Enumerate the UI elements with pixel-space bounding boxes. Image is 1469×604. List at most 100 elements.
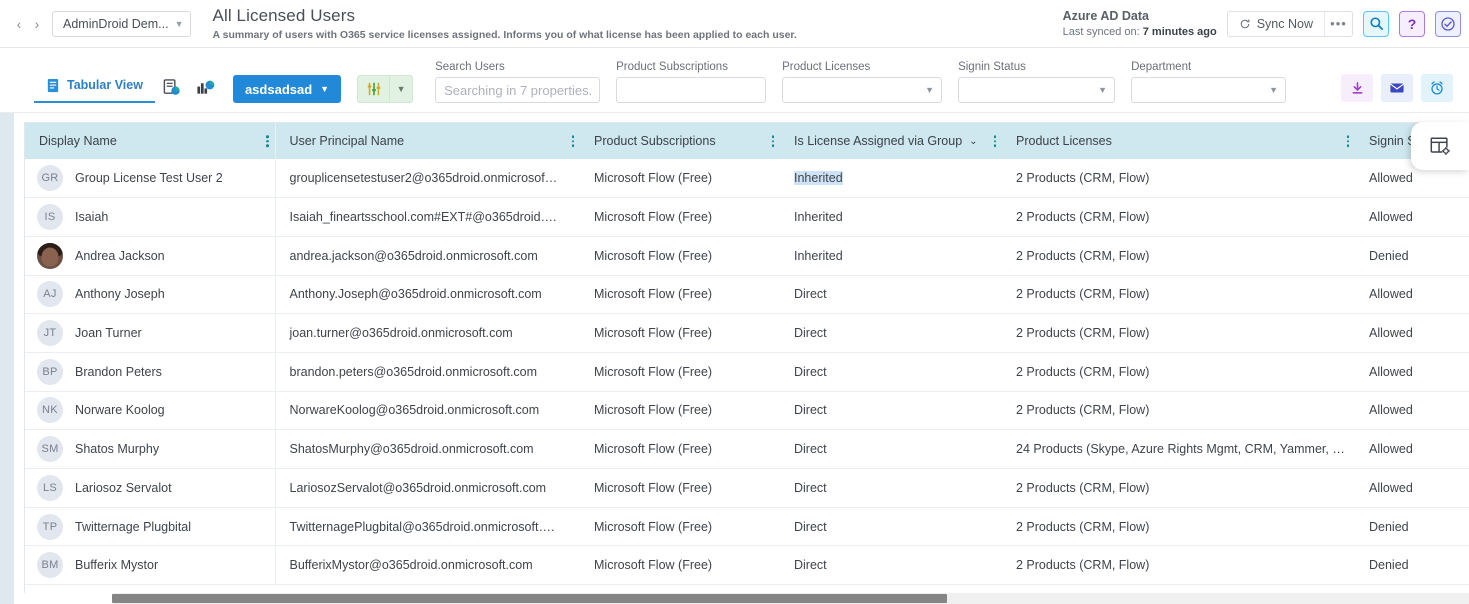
column-header-user-principal-name[interactable]: User Principal Name	[275, 123, 580, 159]
column-menu-icon[interactable]	[572, 135, 575, 147]
chevron-down-icon[interactable]: ⌄	[969, 136, 977, 147]
table-row[interactable]: LSLariosoz ServalotLariosozServalot@o365…	[25, 469, 1469, 508]
horizontal-scrollbar[interactable]	[24, 593, 1469, 604]
cell-signin-status: Allowed	[1355, 391, 1469, 430]
cell-product-licenses: 2 Products (CRM, Flow)	[1002, 314, 1355, 353]
cell-user-principal-name: andrea.jackson@o365droid.onmicrosoft.com	[275, 236, 580, 275]
email-icon[interactable]	[1381, 74, 1413, 102]
chart-view-icon[interactable]	[189, 71, 223, 103]
cell-user-principal-name: Anthony.Joseph@o365droid.onmicrosoft.com	[275, 275, 580, 314]
filter-label: Search Users	[435, 61, 600, 73]
cell-product-subscriptions: Microsoft Flow (Free)	[580, 391, 780, 430]
download-icon[interactable]	[1341, 74, 1373, 102]
saved-query-button[interactable]: asdsadsad ▼	[233, 75, 341, 103]
column-header-is-license-assigned-via-group[interactable]: Is License Assigned via Group ⌄	[780, 123, 1002, 159]
toolbar: Tabular View asdsadsad ▼	[0, 48, 1469, 113]
cell-signin-status: Allowed	[1355, 314, 1469, 353]
table-row[interactable]: Andrea Jackson andrea.jackson@o365droid.o…	[25, 236, 1469, 275]
cell-product-licenses: 2 Products (CRM, Flow)	[1002, 546, 1355, 585]
table-row[interactable]: JTJoan Turnerjoan.turner@o365droid.onmic…	[25, 314, 1469, 353]
cell-product-licenses: 2 Products (CRM, Flow)	[1002, 159, 1355, 198]
table-row[interactable]: BPBrandon Petersbrandon.peters@o365droid…	[25, 352, 1469, 391]
filter-search-users: Search Users	[435, 61, 600, 103]
organization-selector[interactable]: AdminDroid Dem... ▼	[52, 11, 191, 37]
display-name-text: Bufferix Mystor	[75, 558, 158, 572]
cell-is-license-assigned-via-group: Direct	[780, 546, 1002, 585]
cell-is-license-assigned-via-group: Direct	[780, 430, 1002, 469]
sync-button-group: Sync Now •••	[1227, 11, 1353, 37]
schedule-icon[interactable]	[1435, 11, 1461, 37]
search-icon[interactable]	[1363, 11, 1389, 37]
cell-is-license-assigned-via-group: Direct	[780, 314, 1002, 353]
table-row[interactable]: GRGroup License Test User 2grouplicenset…	[25, 159, 1469, 198]
help-icon[interactable]: ?	[1399, 11, 1425, 37]
cell-is-license-assigned-via-group: Direct	[780, 391, 1002, 430]
cell-product-subscriptions: Microsoft Flow (Free)	[580, 198, 780, 237]
display-name-text: Andrea Jackson	[75, 249, 165, 263]
cell-signin-status: Allowed	[1355, 198, 1469, 237]
table-body: GRGroup License Test User 2grouplicenset…	[25, 159, 1469, 585]
cell-product-subscriptions: Microsoft Flow (Free)	[580, 236, 780, 275]
sync-time-label: Last synced on: 7 minutes ago	[1063, 25, 1217, 40]
filter-label: Product Subscriptions	[616, 61, 766, 73]
sync-now-button[interactable]: Sync Now	[1228, 12, 1324, 36]
cell-is-license-assigned-via-group: Inherited	[780, 198, 1002, 237]
column-menu-icon[interactable]	[994, 135, 997, 147]
cell-product-subscriptions: Microsoft Flow (Free)	[580, 159, 780, 198]
view-tabs: Tabular View	[34, 69, 155, 103]
cell-user-principal-name: Isaiah_fineartsschool.com#EXT#@o365droid…	[275, 198, 580, 237]
cell-display-name: GRGroup License Test User 2	[25, 159, 275, 198]
table-row[interactable]: TPTwitternage PlugbitalTwitternagePlugbi…	[25, 507, 1469, 546]
product-licenses-select[interactable]: ▼	[782, 77, 942, 103]
table-column-settings-icon[interactable]	[1411, 122, 1469, 170]
table-row[interactable]: SMShatos MurphyShatosMurphy@o365droid.on…	[25, 430, 1469, 469]
nav-back-button[interactable]: ‹	[10, 12, 28, 36]
table-row[interactable]: ISIsaiahIsaiah_fineartsschool.com#EXT#@o…	[25, 198, 1469, 237]
saved-query-label: asdsadsad	[245, 82, 312, 97]
tab-tabular-view[interactable]: Tabular View	[34, 69, 155, 103]
signin-status-select[interactable]: ▼	[958, 77, 1115, 103]
product-subscriptions-select[interactable]	[616, 77, 766, 103]
column-label: Product Subscriptions	[594, 134, 716, 148]
cell-user-principal-name: BufferixMystor@o365droid.onmicrosoft.com	[275, 546, 580, 585]
organization-name: AdminDroid Dem...	[63, 17, 169, 31]
column-header-display-name[interactable]: Display Name	[25, 123, 275, 159]
cell-product-licenses: 24 Products (Skype, Azure Rights Mgmt, C…	[1002, 430, 1355, 469]
cell-display-name: JTJoan Turner	[25, 314, 275, 353]
cell-user-principal-name: ShatosMurphy@o365droid.onmicrosoft.com	[275, 430, 580, 469]
cell-display-name: NKNorware Koolog	[25, 391, 275, 430]
column-menu-icon[interactable]	[1347, 135, 1350, 147]
sync-more-button[interactable]: •••	[1324, 12, 1352, 36]
filter-dropdown-button[interactable]: ▼	[389, 75, 413, 103]
table-row[interactable]: AJAnthony JosephAnthony.Joseph@o365droid…	[25, 275, 1469, 314]
cell-display-name: ISIsaiah	[25, 198, 275, 237]
sync-block: Azure AD Data Last synced on: 7 minutes …	[1063, 8, 1469, 40]
cell-is-license-assigned-via-group: Inherited	[780, 236, 1002, 275]
left-rail	[0, 113, 14, 604]
column-label: Product Licenses	[1016, 134, 1112, 148]
cell-user-principal-name: NorwareKoolog@o365droid.onmicrosoft.com	[275, 391, 580, 430]
avatar: NK	[37, 397, 63, 423]
filter-sliders-icon[interactable]	[357, 75, 389, 103]
column-menu-icon[interactable]	[772, 135, 775, 147]
display-name-text: Joan Turner	[75, 326, 142, 340]
schedule-alarm-icon[interactable]	[1421, 74, 1453, 102]
report-export-icon[interactable]	[155, 71, 189, 103]
sync-now-label: Sync Now	[1257, 17, 1313, 31]
department-select[interactable]: ▼	[1131, 77, 1286, 103]
scrollbar-thumb[interactable]	[112, 594, 947, 603]
column-menu-icon[interactable]	[266, 135, 269, 147]
sync-info: Azure AD Data Last synced on: 7 minutes …	[1063, 8, 1217, 40]
filter-button-group: ▼	[357, 75, 413, 103]
nav-forward-button[interactable]: ›	[28, 12, 46, 36]
search-input[interactable]	[435, 77, 600, 103]
column-header-product-subscriptions[interactable]: Product Subscriptions	[580, 123, 780, 159]
data-table-container: Display Name User Principal Name Product…	[24, 122, 1469, 593]
filters: Search Users Product Subscriptions Produ…	[435, 61, 1286, 103]
cell-user-principal-name: TwitternagePlugbital@o365droid.onmicroso…	[275, 507, 580, 546]
avatar: BP	[37, 359, 63, 385]
table-row[interactable]: BMBufferix MystorBufferixMystor@o365droi…	[25, 546, 1469, 585]
column-header-product-licenses[interactable]: Product Licenses	[1002, 123, 1355, 159]
filter-product-subscriptions: Product Subscriptions	[616, 61, 766, 103]
table-row[interactable]: NKNorware KoologNorwareKoolog@o365droid.…	[25, 391, 1469, 430]
